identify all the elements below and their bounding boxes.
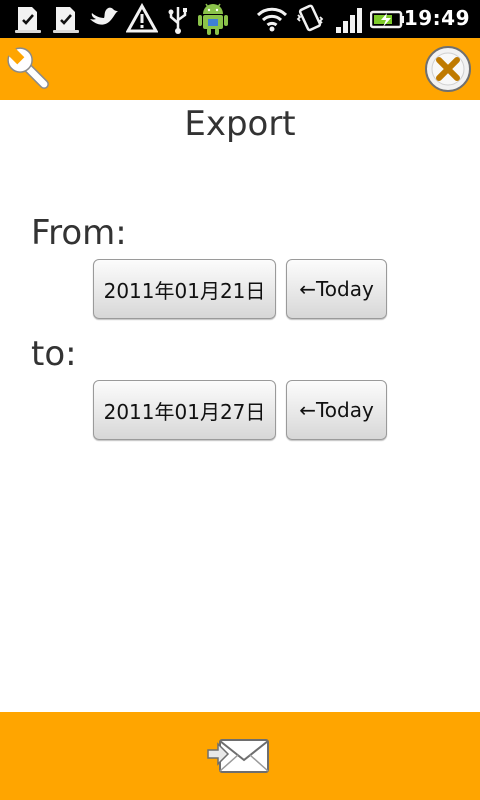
warning-icon — [126, 3, 158, 33]
vibrate-icon — [296, 4, 324, 32]
android-icon — [198, 3, 228, 35]
battery-icon — [370, 10, 404, 29]
download-done-icon — [53, 7, 79, 33]
status-time: 19:49 — [403, 6, 470, 30]
to-today-button[interactable]: ←Today — [286, 380, 387, 440]
close-icon[interactable] — [424, 45, 472, 93]
from-date-button[interactable]: 2011年01月21日 — [93, 259, 276, 319]
from-label: From: — [31, 213, 127, 253]
bird-icon — [90, 7, 118, 25]
wifi-icon — [256, 7, 288, 32]
top-toolbar — [0, 38, 480, 100]
status-bar: 19:49 — [0, 0, 480, 38]
to-date-button[interactable]: 2011年01月27日 — [93, 380, 276, 440]
signal-icon — [336, 8, 362, 33]
wrench-icon[interactable] — [4, 44, 56, 96]
envelope-send-icon[interactable] — [206, 736, 272, 776]
page-title: Export — [184, 104, 296, 144]
bottom-toolbar — [0, 712, 480, 800]
download-done-icon — [15, 7, 41, 33]
to-label: to: — [31, 334, 77, 374]
from-today-button[interactable]: ←Today — [286, 259, 387, 319]
usb-icon — [168, 7, 187, 34]
